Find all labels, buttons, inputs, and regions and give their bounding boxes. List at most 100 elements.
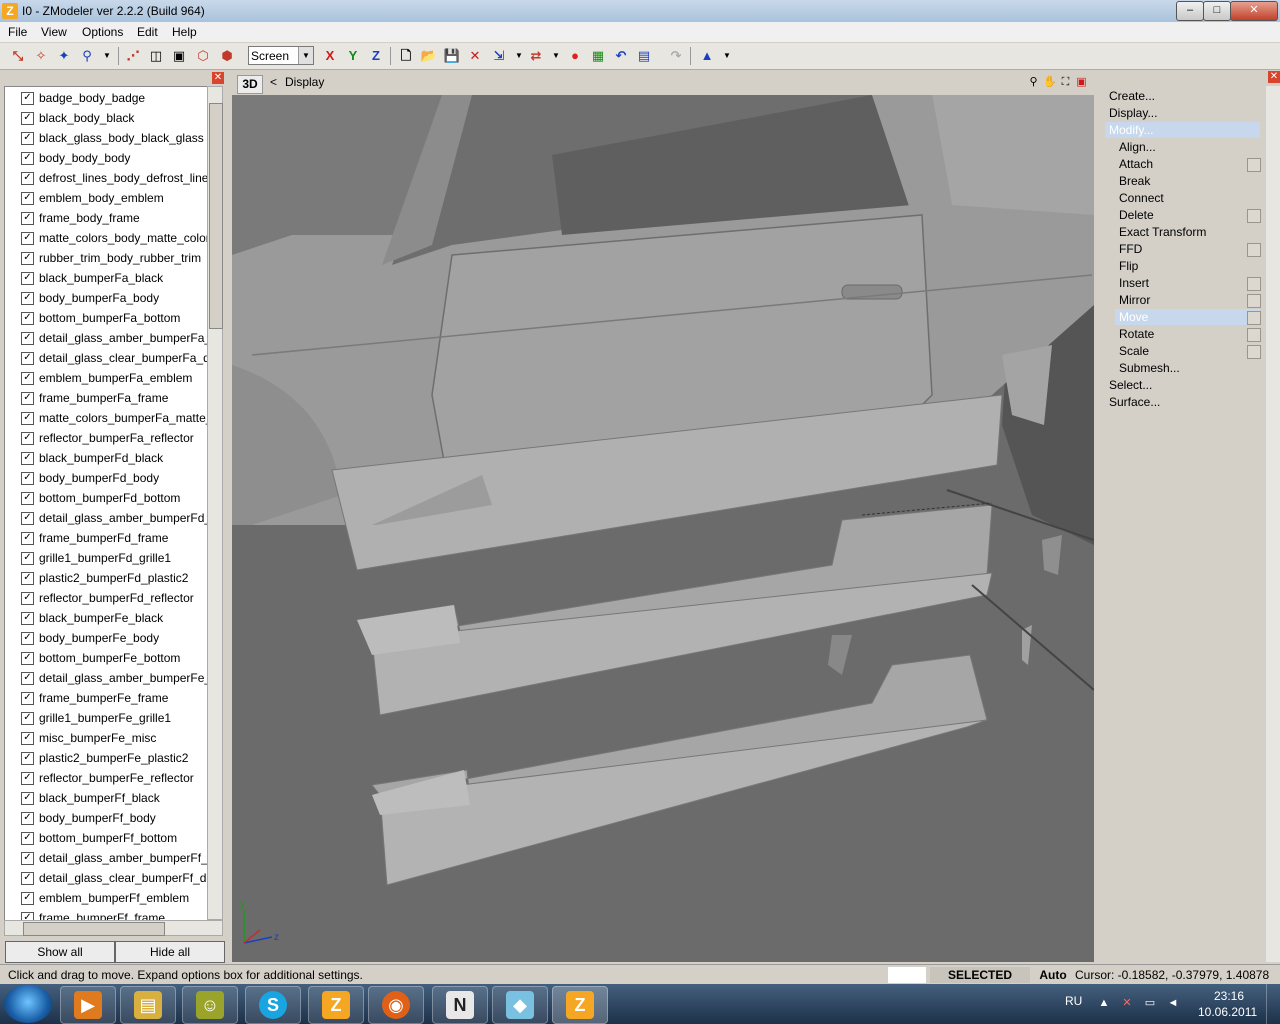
object-list-item[interactable]: ✓ bottom_bumperFe_bottom	[21, 648, 208, 668]
visibility-checkbox[interactable]: ✓	[21, 392, 34, 406]
clock-date[interactable]: 10.06.2011	[1198, 1005, 1257, 1019]
object-list-item[interactable]: ✓ bottom_bumperFd_bottom	[21, 488, 208, 508]
visibility-checkbox[interactable]: ✓	[21, 412, 34, 426]
tray-expand-icon[interactable]: ▲	[1097, 996, 1111, 1010]
object-list-item[interactable]: ✓ detail_glass_clear_bumperFa_detail_glas…	[21, 348, 208, 368]
options-box[interactable]	[1247, 158, 1261, 172]
object-list-item[interactable]: ✓ black_bumperFf_black	[21, 788, 208, 808]
close-icon[interactable]: ✕	[1268, 71, 1280, 83]
tool-dropdown-icon[interactable]: ▼	[98, 47, 116, 65]
visibility-checkbox[interactable]: ✓	[21, 672, 34, 686]
modify-break[interactable]: Break	[1119, 173, 1150, 189]
visibility-checkbox[interactable]: ✓	[21, 132, 34, 146]
object-list-item[interactable]: ✓ frame_bumperFa_frame	[21, 388, 208, 408]
modify-move[interactable]: Move	[1115, 309, 1260, 325]
object-list-item[interactable]: ✓ plastic2_bumperFd_plastic2	[21, 568, 208, 588]
walk-tool-icon[interactable]: ⚲	[78, 47, 96, 65]
navigate-icon[interactable]: ▲	[698, 47, 716, 65]
modify-flip[interactable]: Flip	[1119, 258, 1138, 274]
chevron-down-icon[interactable]: ▼	[298, 47, 313, 64]
import-dropdown-icon[interactable]: ▼	[510, 47, 528, 65]
object-list-item[interactable]: ✓ frame_bumperFe_frame	[21, 688, 208, 708]
3d-viewport[interactable]: y z	[232, 95, 1094, 962]
taskbar-skype[interactable]: S	[245, 986, 301, 1024]
show-desktop-button[interactable]	[1266, 984, 1280, 1024]
object-list-item[interactable]: ✓ body_bumperFe_body	[21, 628, 208, 648]
object-list-item[interactable]: ✓ emblem_body_emblem	[21, 188, 208, 208]
modify-delete[interactable]: Delete	[1119, 207, 1154, 223]
record-icon[interactable]: ●	[566, 47, 584, 65]
screen-mode-select[interactable]: Screen ▼	[248, 46, 314, 65]
taskbar-zmodeler-active[interactable]: Z	[552, 986, 608, 1024]
command-modify[interactable]: Modify...	[1105, 122, 1260, 138]
mesh-mode-icon[interactable]: ⬡	[194, 47, 212, 65]
visibility-checkbox[interactable]: ✓	[21, 152, 34, 166]
modify-submesh[interactable]: Submesh...	[1119, 360, 1180, 376]
close-icon[interactable]: ✕	[212, 72, 224, 84]
visibility-checkbox[interactable]: ✓	[21, 812, 34, 826]
redo-icon[interactable]: ↷	[667, 47, 685, 65]
open-folder-icon[interactable]: 📂	[420, 47, 438, 65]
object-list-item[interactable]: ✓ body_bumperFa_body	[21, 288, 208, 308]
menu-view[interactable]: View	[41, 25, 67, 39]
visibility-checkbox[interactable]: ✓	[21, 92, 34, 106]
clock-time[interactable]: 23:16	[1212, 989, 1246, 1003]
render-icon[interactable]: ▦	[589, 47, 607, 65]
object-list-item[interactable]: ✓ detail_glass_amber_bumperFd_detail_glas…	[21, 508, 208, 528]
viewport-back-arrow[interactable]: <	[270, 75, 277, 89]
modify-rotate[interactable]: Rotate	[1119, 326, 1154, 342]
axis-x-button[interactable]: X	[321, 47, 339, 65]
vertex-mode-icon[interactable]: ⋰	[124, 47, 142, 65]
menu-help[interactable]: Help	[172, 25, 197, 39]
axis-z-button[interactable]: Z	[367, 47, 385, 65]
visibility-checkbox[interactable]: ✓	[21, 272, 34, 286]
visibility-checkbox[interactable]: ✓	[21, 852, 34, 866]
object-list-item[interactable]: ✓ badge_body_badge	[21, 88, 208, 108]
objects-list-horizontal-scrollbar[interactable]	[4, 920, 223, 936]
visibility-checkbox[interactable]: ✓	[21, 692, 34, 706]
visibility-checkbox[interactable]: ✓	[21, 652, 34, 666]
windows-start-button[interactable]	[4, 985, 52, 1023]
object-list-item[interactable]: ✓ defrost_lines_body_defrost_lines	[21, 168, 208, 188]
menu-edit[interactable]: Edit	[137, 25, 158, 39]
new-file-icon[interactable]: 🗋	[397, 47, 415, 65]
axis-y-button[interactable]: Y	[344, 47, 362, 65]
command-select[interactable]: Select...	[1109, 377, 1152, 393]
object-list-item[interactable]: ✓ reflector_bumperFe_reflector	[21, 768, 208, 788]
object-list-item[interactable]: ✓ frame_bumperFd_frame	[21, 528, 208, 548]
viewport-mode-button[interactable]: 3D	[237, 75, 263, 94]
object-list-item[interactable]: ✓ black_bumperFd_black	[21, 448, 208, 468]
options-box[interactable]	[1247, 311, 1261, 325]
scrollbar-thumb[interactable]	[209, 103, 223, 329]
options-box[interactable]	[1247, 294, 1261, 308]
modify-connect[interactable]: Connect	[1119, 190, 1164, 206]
object-list-item[interactable]: ✓ rubber_trim_body_rubber_trim	[21, 248, 208, 268]
object-list-item[interactable]: ✓ black_body_black	[21, 108, 208, 128]
modify-insert[interactable]: Insert	[1119, 275, 1149, 291]
object-list-item[interactable]: ✓ grille1_bumperFd_grille1	[21, 548, 208, 568]
pick-tool-icon[interactable]: ✦	[55, 47, 73, 65]
select-tool-icon[interactable]: ⤡	[9, 47, 27, 65]
language-indicator[interactable]: RU	[1065, 994, 1082, 1008]
maximize-button[interactable]: □	[1203, 1, 1231, 21]
visibility-checkbox[interactable]: ✓	[21, 472, 34, 486]
visibility-checkbox[interactable]: ✓	[21, 612, 34, 626]
import-icon[interactable]: ⇲	[490, 47, 508, 65]
visibility-checkbox[interactable]: ✓	[21, 432, 34, 446]
visibility-checkbox[interactable]: ✓	[21, 292, 34, 306]
taskbar-app-n[interactable]: N	[432, 986, 488, 1024]
fit-view-icon[interactable]: ⛶	[1059, 76, 1072, 89]
object-list-item[interactable]: ✓ detail_glass_amber_bumperFe_detail_glas…	[21, 668, 208, 688]
object-list-item[interactable]: ✓ body_bumperFf_body	[21, 808, 208, 828]
visibility-checkbox[interactable]: ✓	[21, 252, 34, 266]
options-box[interactable]	[1247, 277, 1261, 291]
visibility-checkbox[interactable]: ✓	[21, 312, 34, 326]
visibility-checkbox[interactable]: ✓	[21, 192, 34, 206]
options-box[interactable]	[1247, 345, 1261, 359]
save-icon[interactable]: 💾	[443, 47, 461, 65]
notes-icon[interactable]: ▤	[635, 47, 653, 65]
delete-icon[interactable]: ✕	[466, 47, 484, 65]
select-vertex-icon[interactable]: ✧	[32, 47, 50, 65]
modify-attach[interactable]: Attach	[1119, 156, 1153, 172]
object-list-item[interactable]: ✓ plastic2_bumperFe_plastic2	[21, 748, 208, 768]
